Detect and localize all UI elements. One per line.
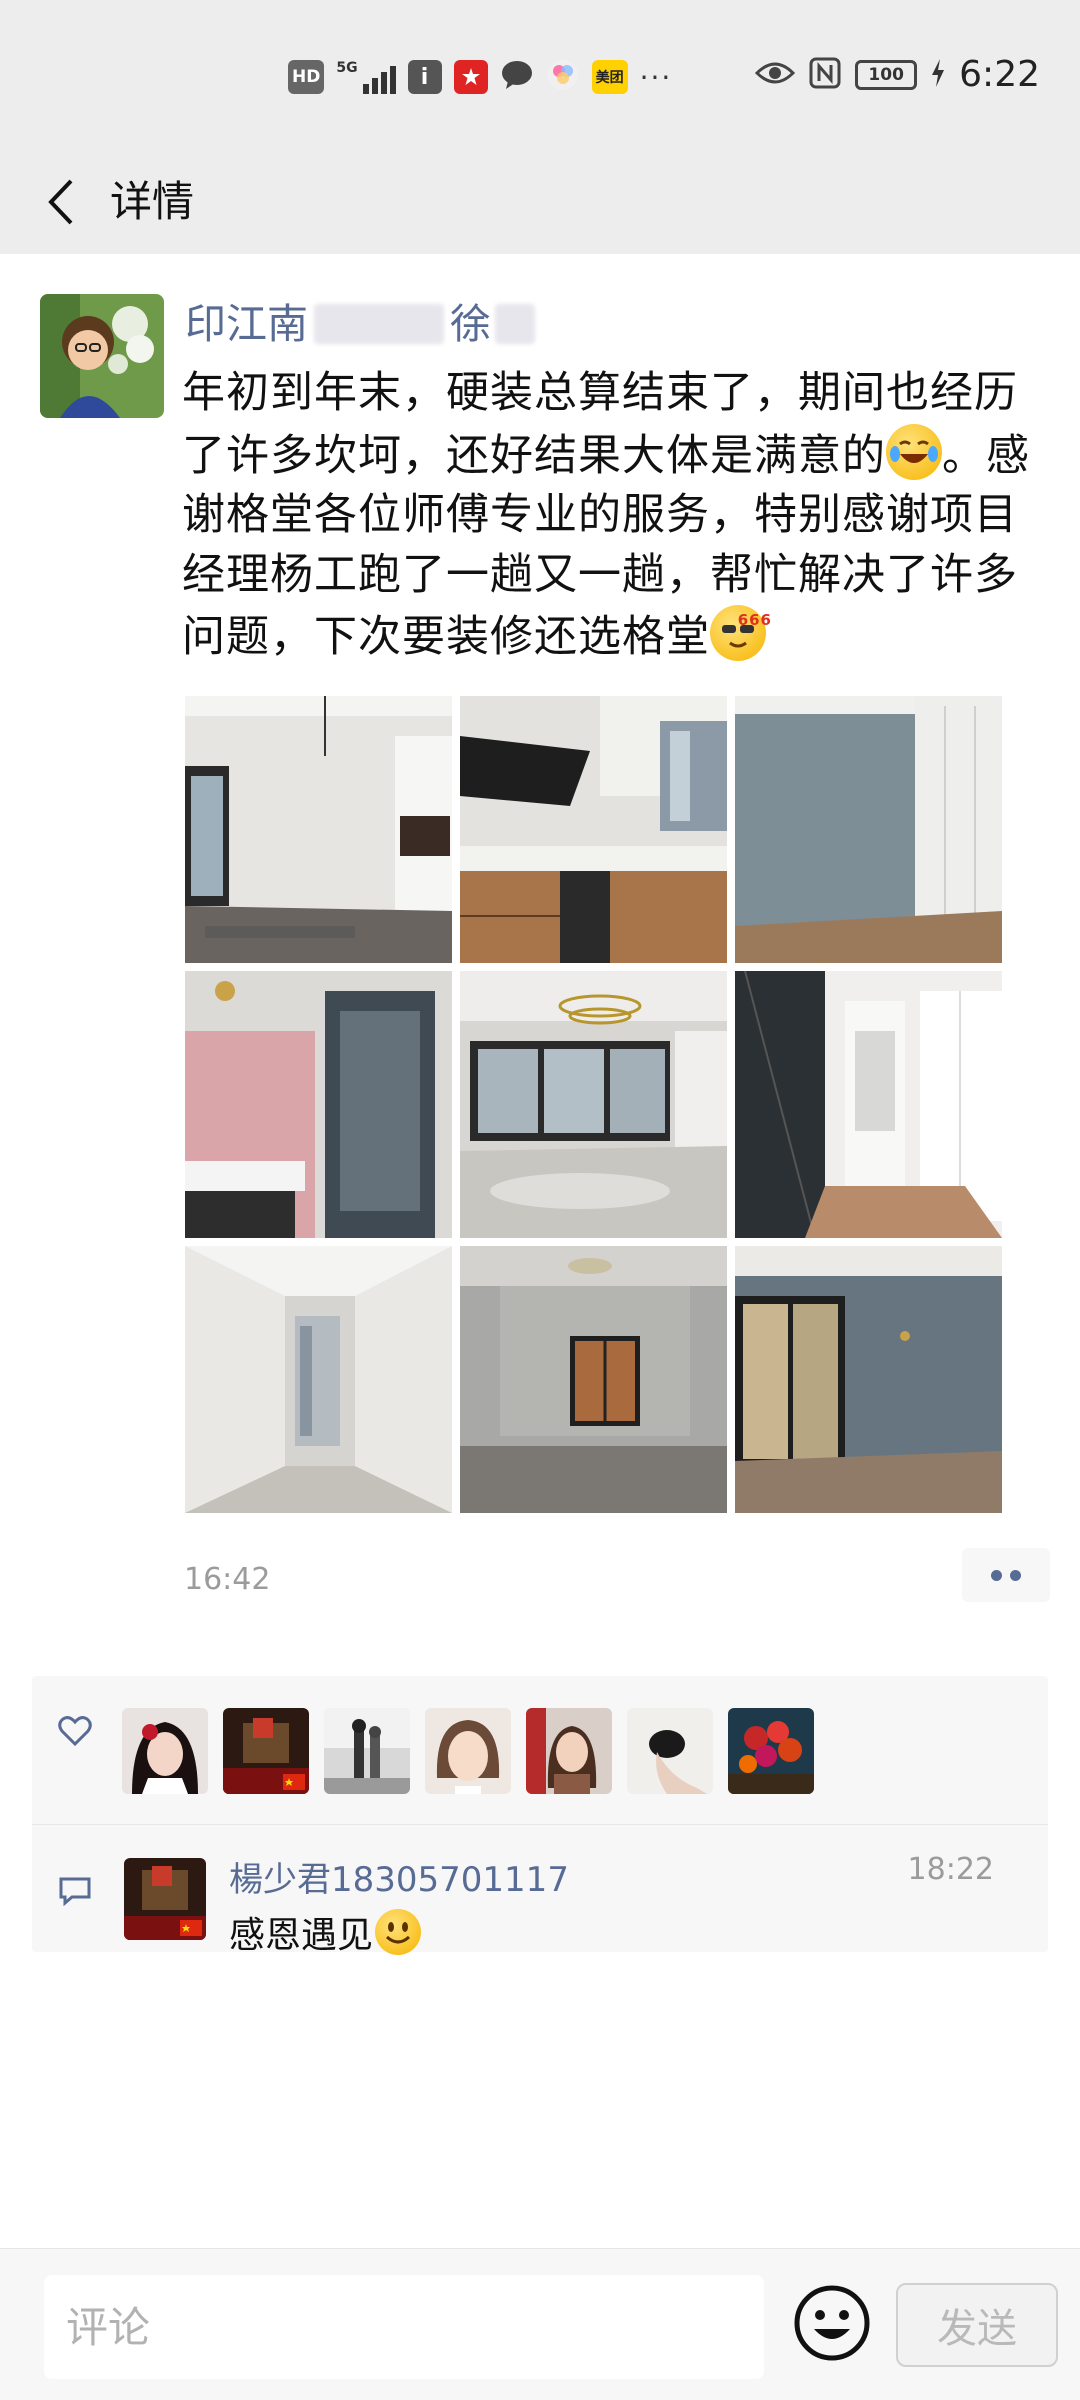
photo-grid (185, 696, 1005, 1513)
dot-icon (1010, 1569, 1021, 1581)
author-avatar[interactable] (40, 294, 164, 418)
hd-icon: HD (288, 60, 325, 94)
meituan-app-icon: 美团 (591, 60, 628, 94)
eye-icon (755, 59, 796, 91)
comment-text[interactable]: 感恩遇见 (229, 1906, 422, 1958)
liker-avatar[interactable] (526, 1708, 612, 1794)
badge-666-label: 666 (737, 611, 772, 629)
liker-avatar[interactable] (728, 1708, 814, 1794)
post-timestamp: 16:42 (184, 1562, 271, 1597)
commenter-avatar[interactable] (124, 1858, 206, 1940)
comment-icon (58, 1876, 92, 1910)
bathroom-pink-wall-photo[interactable] (185, 971, 452, 1238)
status-icons-left: HD 5G i 美团 ··· (288, 58, 672, 96)
author-name-part1[interactable]: 印江南 (185, 294, 308, 354)
blurred-name-segment (314, 304, 444, 344)
living-room-chandelier-photo[interactable] (460, 971, 727, 1238)
status-bar: HD 5G i 美团 ··· 100 6:22 (0, 0, 1080, 150)
heart-icon (58, 1716, 92, 1750)
charging-icon (931, 58, 945, 91)
message-bubble-icon (500, 59, 534, 95)
comment-text-content: 感恩遇见 (229, 1915, 374, 1956)
back-arrow-icon (48, 179, 73, 225)
empty-room-window-photo[interactable] (460, 1246, 727, 1513)
network-type-label: 5G (336, 60, 358, 76)
divider (32, 1824, 1048, 1825)
nfc-icon (809, 57, 841, 93)
smiley-icon (794, 2285, 870, 2361)
clock: 6:22 (959, 54, 1040, 95)
liker-avatar[interactable] (627, 1708, 713, 1794)
blurred-name-segment (495, 304, 535, 344)
post-text: 年初到年末，硬装总算结束了，期间也经历了许多坎坷，还好结果大体是满意的 。感谢格堂… (182, 364, 1032, 668)
photos-app-icon (546, 58, 580, 96)
laughing-tears-emoji-icon (886, 423, 942, 480)
comment-input[interactable] (44, 2275, 764, 2379)
commenter-name[interactable]: 楊少君18305701117 (229, 1852, 569, 1901)
liker-avatar[interactable] (223, 1708, 309, 1794)
emoji-button[interactable] (792, 2283, 872, 2363)
status-icons-right: 100 6:22 (755, 54, 1040, 95)
liker-avatar[interactable] (122, 1708, 208, 1794)
page-title: 详情 (110, 177, 195, 226)
send-button[interactable]: 发送 (896, 2283, 1058, 2367)
blue-room-window-photo[interactable] (735, 1246, 1002, 1513)
cool-666-emoji-icon: 666 (710, 605, 771, 661)
signal-icon: 5G (336, 60, 396, 94)
kitchen-photo[interactable] (460, 696, 727, 963)
more-notifications-icon: ··· (639, 60, 673, 94)
living-room-window-photo[interactable] (185, 696, 452, 963)
nav-header: 详情 (0, 150, 1080, 254)
hallway-photo[interactable] (185, 1246, 452, 1513)
walk-in-closet-photo[interactable] (735, 971, 1002, 1238)
author-name-part2[interactable]: 徐 (450, 294, 491, 354)
back-button[interactable] (30, 170, 90, 234)
dot-icon (991, 1569, 1002, 1581)
liker-avatar[interactable] (324, 1708, 410, 1794)
red-app-icon (453, 60, 488, 94)
author-name[interactable]: 印江南 徐 (185, 294, 535, 354)
battery-icon: 100 (855, 59, 918, 90)
blue-wall-wardrobe-photo[interactable] (735, 696, 1002, 963)
comment-timestamp: 18:22 (907, 1852, 994, 1887)
smile-emoji-icon (375, 1909, 422, 1955)
likes-row (32, 1676, 1048, 1794)
liker-avatar[interactable] (425, 1708, 511, 1794)
info-app-icon: i (407, 60, 442, 94)
more-actions-button[interactable] (962, 1548, 1050, 1602)
interactions-panel: 楊少君18305701117 18:22 感恩遇见 (32, 1676, 1048, 1956)
comment-bar: 发送 (0, 2248, 1080, 2400)
comment-item: 楊少君18305701117 18:22 感恩遇见 (32, 1836, 1048, 1956)
